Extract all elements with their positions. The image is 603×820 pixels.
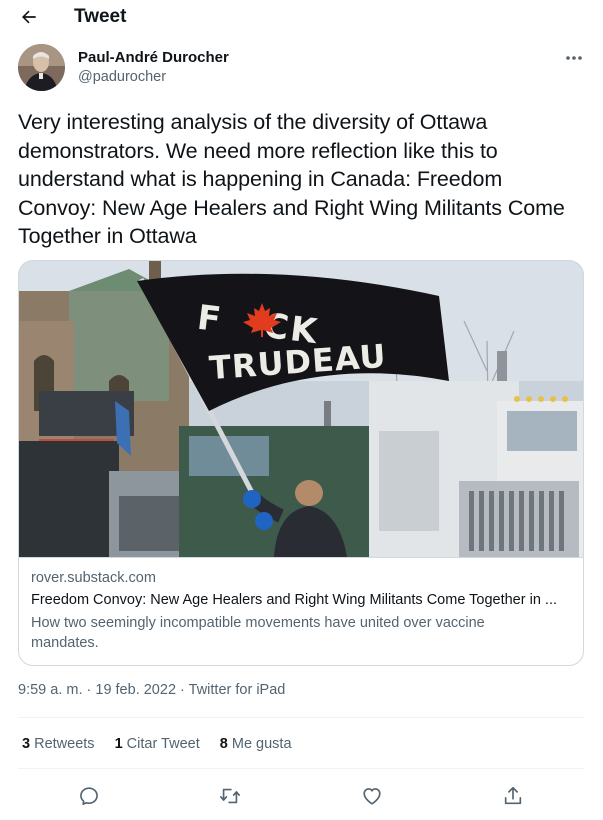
share-button[interactable] xyxy=(499,782,527,810)
heart-icon xyxy=(363,788,381,805)
arrow-left-icon xyxy=(22,10,36,24)
likes-stat[interactable]: 8 Me gusta xyxy=(220,736,292,752)
like-button[interactable] xyxy=(358,782,386,810)
meta-separator: · xyxy=(176,682,189,698)
meta-separator: · xyxy=(82,682,96,698)
tweet-date[interactable]: 19 feb. 2022 xyxy=(95,682,176,698)
quotes-stat[interactable]: 1 Citar Tweet xyxy=(115,736,200,752)
card-description: How two seemingly incompatible movements… xyxy=(31,615,485,651)
reply-button[interactable] xyxy=(75,782,103,810)
page-title: Tweet xyxy=(74,6,127,27)
reply-icon xyxy=(80,787,98,806)
author-name[interactable]: Paul-André Durocher xyxy=(78,49,229,66)
card-image[interactable]: F CK TRUDEAU xyxy=(19,261,583,557)
tweet-header: Tweet xyxy=(0,0,603,34)
avatar[interactable] xyxy=(18,44,65,91)
action-bar xyxy=(18,782,584,810)
retweets-label: Retweets xyxy=(34,736,95,752)
card-title: Freedom Convoy: New Age Healers and Righ… xyxy=(31,592,558,608)
quotes-count: 1 xyxy=(114,736,123,752)
share-icon xyxy=(504,786,522,805)
card-meta: rover.substack.com Freedom Convoy: New A… xyxy=(19,557,583,665)
more-button[interactable] xyxy=(562,48,586,68)
divider xyxy=(18,717,584,718)
tweet-timestamp: 9:59 a. m. · 19 feb. 2022 · Twitter for … xyxy=(18,682,285,698)
maple-leaf-icon xyxy=(243,303,281,337)
quotes-label: Citar Tweet xyxy=(126,736,200,752)
likes-count: 8 xyxy=(219,736,228,752)
stats-row: 3 Retweets 1 Citar Tweet 8 Me gusta xyxy=(22,736,292,752)
likes-label: Me gusta xyxy=(231,736,292,752)
tweet-time[interactable]: 9:59 a. m. xyxy=(18,682,82,698)
author-row: Paul-André Durocher @padurocher xyxy=(18,44,588,92)
link-preview-card[interactable]: F CK TRUDEAU rover.substack.com Freedom … xyxy=(18,260,584,666)
retweets-stat[interactable]: 3 Retweets xyxy=(22,736,95,752)
divider xyxy=(18,768,584,769)
card-domain: rover.substack.com xyxy=(31,570,156,586)
retweet-button[interactable] xyxy=(216,782,244,810)
tweet-text: Very interesting analysis of the diversi… xyxy=(18,110,565,248)
author-handle[interactable]: @padurocher xyxy=(78,69,166,85)
back-button[interactable] xyxy=(16,4,42,30)
retweet-icon xyxy=(220,788,240,804)
retweets-count: 3 xyxy=(22,736,31,752)
tweet-source[interactable]: Twitter for iPad xyxy=(189,682,286,698)
more-dots-icon xyxy=(566,56,582,60)
